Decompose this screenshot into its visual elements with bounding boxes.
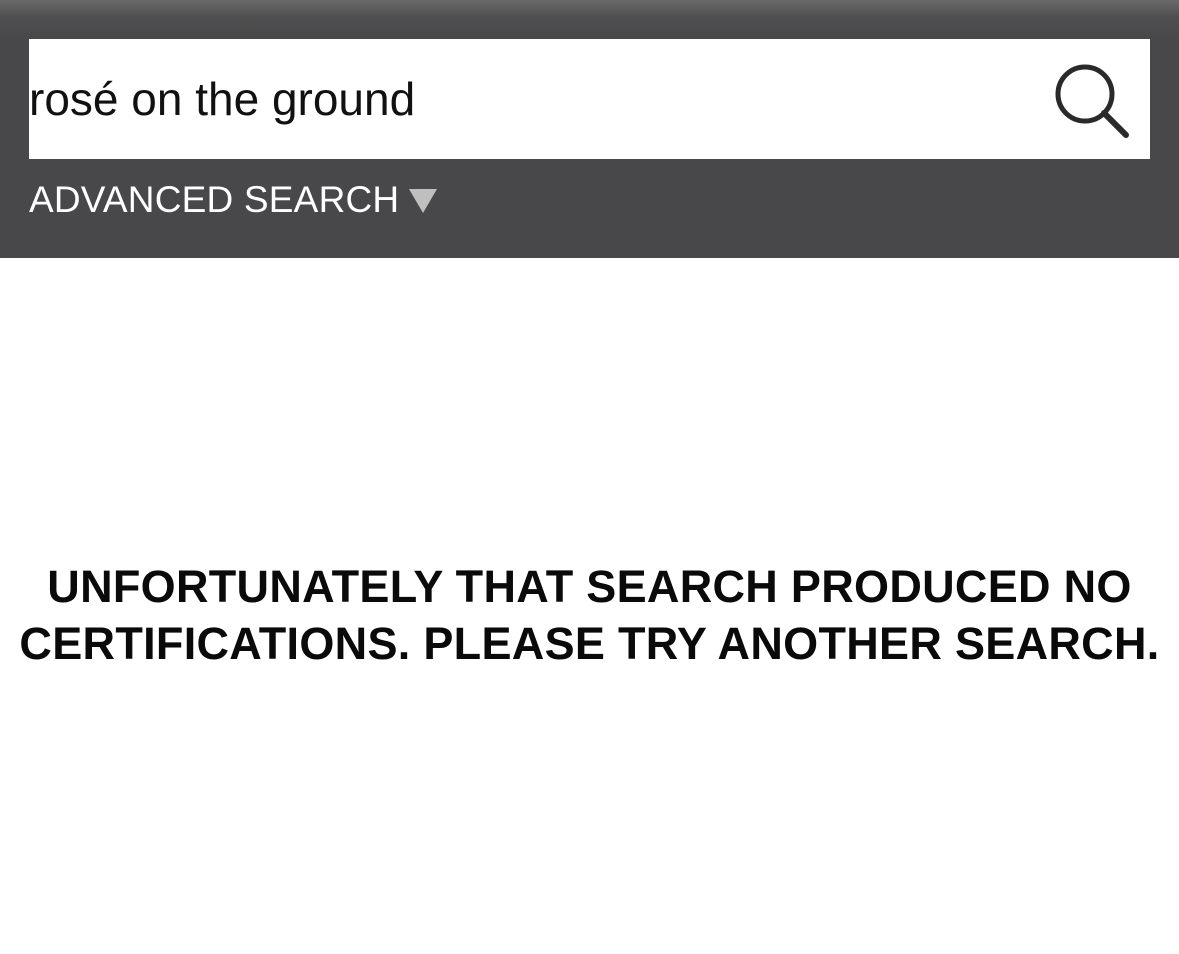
no-results-message: UNFORTUNATELY THAT SEARCH PRODUCED NO CE… [0, 558, 1179, 672]
no-results-line-1: UNFORTUNATELY THAT SEARCH PRODUCED NO [47, 561, 1132, 612]
triangle-down-icon [409, 189, 438, 213]
search-icon [1055, 64, 1129, 138]
search-input[interactable] [29, 39, 1029, 159]
search-button[interactable] [1052, 61, 1132, 141]
search-header: ADVANCED SEARCH [0, 0, 1179, 258]
advanced-search-toggle[interactable]: ADVANCED SEARCH [29, 178, 438, 222]
search-box [29, 39, 1150, 159]
advanced-search-label: ADVANCED SEARCH [29, 179, 400, 220]
no-results-line-2: CERTIFICATIONS. PLEASE TRY ANOTHER SEARC… [19, 618, 1160, 669]
